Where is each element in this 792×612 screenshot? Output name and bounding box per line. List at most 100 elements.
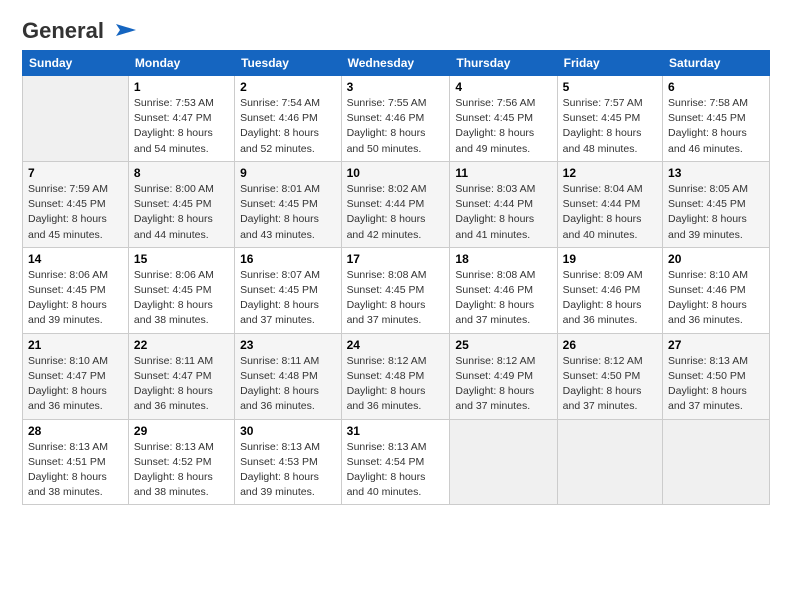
day-info: Sunrise: 8:07 AM Sunset: 4:45 PM Dayligh… [240,268,335,329]
day-info: Sunrise: 7:55 AM Sunset: 4:46 PM Dayligh… [347,96,445,157]
day-info: Sunrise: 8:04 AM Sunset: 4:44 PM Dayligh… [563,182,657,243]
day-number: 29 [134,424,229,438]
day-info: Sunrise: 8:00 AM Sunset: 4:45 PM Dayligh… [134,182,229,243]
calendar-cell: 18Sunrise: 8:08 AM Sunset: 4:46 PM Dayli… [450,247,557,333]
calendar-cell: 8 Sunrise: 8:00 AM Sunset: 4:45 PM Daylig… [128,161,234,247]
day-number: 10 [347,166,445,180]
day-number: 1 [134,80,229,94]
calendar-cell: 17 Sunrise: 8:08 AM Sunset: 4:45 PM Dayli… [341,247,450,333]
weekday-header-saturday: Saturday [663,51,770,76]
calendar-cell: 22 Sunrise: 8:11 AM Sunset: 4:47 PM Dayli… [128,333,234,419]
day-info: Sunrise: 8:12 AM Sunset: 4:50 PM Dayligh… [563,354,657,415]
calendar-cell: 23Sunrise: 8:11 AM Sunset: 4:48 PM Dayli… [235,333,341,419]
day-number: 17 [347,252,445,266]
day-info: Sunrise: 8:08 AM Sunset: 4:46 PM Dayligh… [455,268,551,329]
day-number: 24 [347,338,445,352]
day-number: 22 [134,338,229,352]
day-number: 14 [28,252,123,266]
day-number: 4 [455,80,551,94]
calendar-cell: 14 Sunrise: 8:06 AM Sunset: 4:45 PM Dayli… [23,247,129,333]
calendar-cell: 10 Sunrise: 8:02 AM Sunset: 4:44 PM Dayli… [341,161,450,247]
day-info: Sunrise: 7:58 AM Sunset: 4:45 PM Dayligh… [668,96,764,157]
day-info: Sunrise: 8:10 AM Sunset: 4:46 PM Dayligh… [668,268,764,329]
calendar-cell: 1 Sunrise: 7:53 AM Sunset: 4:47 PM Daylig… [128,76,234,162]
day-info: Sunrise: 7:57 AM Sunset: 4:45 PM Dayligh… [563,96,657,157]
logo: General [22,18,138,40]
calendar-cell: 11Sunrise: 8:03 AM Sunset: 4:44 PM Dayli… [450,161,557,247]
weekday-header-friday: Friday [557,51,662,76]
day-number: 13 [668,166,764,180]
calendar-cell: 31 Sunrise: 8:13 AM Sunset: 4:54 PM Dayli… [341,419,450,505]
calendar-cell [557,419,662,505]
calendar-cell: 3 Sunrise: 7:55 AM Sunset: 4:46 PM Daylig… [341,76,450,162]
day-number: 27 [668,338,764,352]
calendar-cell: 7 Sunrise: 7:59 AM Sunset: 4:45 PM Daylig… [23,161,129,247]
weekday-header-wednesday: Wednesday [341,51,450,76]
calendar-cell: 21 Sunrise: 8:10 AM Sunset: 4:47 PM Dayli… [23,333,129,419]
day-number: 5 [563,80,657,94]
day-number: 7 [28,166,123,180]
weekday-header-tuesday: Tuesday [235,51,341,76]
week-row-4: 21 Sunrise: 8:10 AM Sunset: 4:47 PM Dayli… [23,333,770,419]
calendar-cell: 24 Sunrise: 8:12 AM Sunset: 4:48 PM Dayli… [341,333,450,419]
calendar-cell: 28Sunrise: 8:13 AM Sunset: 4:51 PM Dayli… [23,419,129,505]
calendar-cell: 26 Sunrise: 8:12 AM Sunset: 4:50 PM Dayli… [557,333,662,419]
week-row-1: 1 Sunrise: 7:53 AM Sunset: 4:47 PM Daylig… [23,76,770,162]
calendar-cell [663,419,770,505]
day-info: Sunrise: 8:11 AM Sunset: 4:47 PM Dayligh… [134,354,229,415]
calendar-cell: 25 Sunrise: 8:12 AM Sunset: 4:49 PM Dayli… [450,333,557,419]
day-number: 31 [347,424,445,438]
day-info: Sunrise: 7:59 AM Sunset: 4:45 PM Dayligh… [28,182,123,243]
day-info: Sunrise: 8:09 AM Sunset: 4:46 PM Dayligh… [563,268,657,329]
day-number: 15 [134,252,229,266]
week-row-3: 14 Sunrise: 8:06 AM Sunset: 4:45 PM Dayli… [23,247,770,333]
calendar-cell: 9 Sunrise: 8:01 AM Sunset: 4:45 PM Daylig… [235,161,341,247]
day-number: 26 [563,338,657,352]
day-info: Sunrise: 8:06 AM Sunset: 4:45 PM Dayligh… [134,268,229,329]
logo-general: General [22,18,104,44]
day-number: 2 [240,80,335,94]
calendar-cell [450,419,557,505]
week-row-5: 28Sunrise: 8:13 AM Sunset: 4:51 PM Dayli… [23,419,770,505]
day-info: Sunrise: 8:12 AM Sunset: 4:48 PM Dayligh… [347,354,445,415]
day-info: Sunrise: 7:56 AM Sunset: 4:45 PM Dayligh… [455,96,551,157]
day-info: Sunrise: 8:12 AM Sunset: 4:49 PM Dayligh… [455,354,551,415]
day-info: Sunrise: 8:11 AM Sunset: 4:48 PM Dayligh… [240,354,335,415]
day-info: Sunrise: 8:01 AM Sunset: 4:45 PM Dayligh… [240,182,335,243]
day-info: Sunrise: 8:08 AM Sunset: 4:45 PM Dayligh… [347,268,445,329]
day-info: Sunrise: 7:53 AM Sunset: 4:47 PM Dayligh… [134,96,229,157]
calendar-cell: 13 Sunrise: 8:05 AM Sunset: 4:45 PM Dayli… [663,161,770,247]
week-row-2: 7 Sunrise: 7:59 AM Sunset: 4:45 PM Daylig… [23,161,770,247]
header-area: General [22,18,770,40]
day-number: 21 [28,338,123,352]
calendar-cell: 29 Sunrise: 8:13 AM Sunset: 4:52 PM Dayli… [128,419,234,505]
day-info: Sunrise: 8:06 AM Sunset: 4:45 PM Dayligh… [28,268,123,329]
calendar-cell: 27 Sunrise: 8:13 AM Sunset: 4:50 PM Dayli… [663,333,770,419]
day-number: 6 [668,80,764,94]
day-info: Sunrise: 8:13 AM Sunset: 4:50 PM Dayligh… [668,354,764,415]
calendar-cell: 6 Sunrise: 7:58 AM Sunset: 4:45 PM Daylig… [663,76,770,162]
day-number: 9 [240,166,335,180]
day-info: Sunrise: 8:10 AM Sunset: 4:47 PM Dayligh… [28,354,123,415]
calendar-cell: 4 Sunrise: 7:56 AM Sunset: 4:45 PM Daylig… [450,76,557,162]
day-info: Sunrise: 8:13 AM Sunset: 4:52 PM Dayligh… [134,440,229,501]
day-number: 3 [347,80,445,94]
day-number: 30 [240,424,335,438]
day-info: Sunrise: 8:13 AM Sunset: 4:54 PM Dayligh… [347,440,445,501]
day-number: 25 [455,338,551,352]
day-number: 11 [455,166,551,180]
calendar-cell: 5 Sunrise: 7:57 AM Sunset: 4:45 PM Daylig… [557,76,662,162]
calendar-cell [23,76,129,162]
weekday-header-monday: Monday [128,51,234,76]
weekday-header-thursday: Thursday [450,51,557,76]
calendar-cell: 15 Sunrise: 8:06 AM Sunset: 4:45 PM Dayli… [128,247,234,333]
calendar-cell: 2Sunrise: 7:54 AM Sunset: 4:46 PM Daylig… [235,76,341,162]
day-info: Sunrise: 8:02 AM Sunset: 4:44 PM Dayligh… [347,182,445,243]
calendar-cell: 19Sunrise: 8:09 AM Sunset: 4:46 PM Dayli… [557,247,662,333]
calendar-table: SundayMondayTuesdayWednesdayThursdayFrid… [22,50,770,505]
logo-bird-icon [106,22,138,40]
day-number: 8 [134,166,229,180]
calendar-cell: 16Sunrise: 8:07 AM Sunset: 4:45 PM Dayli… [235,247,341,333]
day-info: Sunrise: 8:05 AM Sunset: 4:45 PM Dayligh… [668,182,764,243]
day-number: 12 [563,166,657,180]
